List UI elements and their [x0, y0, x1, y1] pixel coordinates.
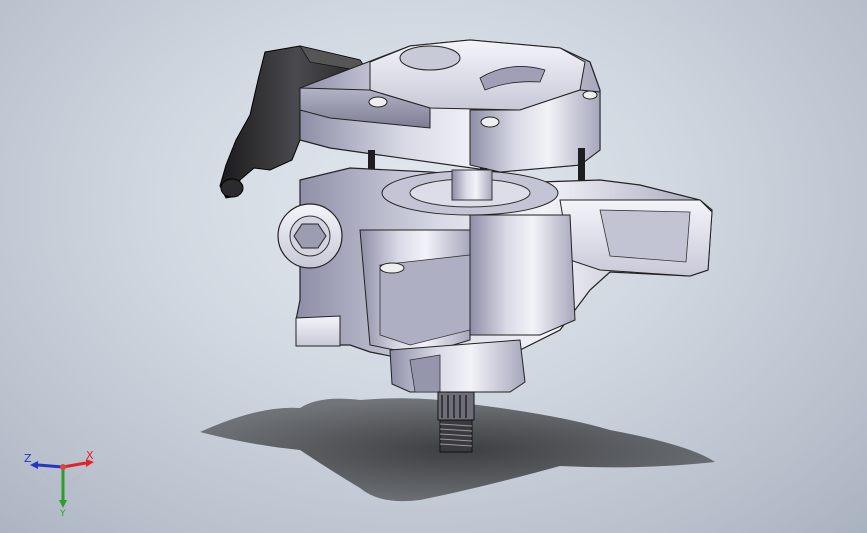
coordinate-triad: X Z Y: [18, 445, 98, 520]
z-axis-arrow: [37, 463, 64, 469]
x-axis-arrow: [62, 461, 87, 469]
pump-assembly-model[interactable]: [0, 0, 867, 533]
y-axis-label: Y: [60, 509, 66, 519]
pump-housing[interactable]: [277, 167, 713, 359]
x-axis-label: X: [86, 449, 94, 462]
graphics-viewport[interactable]: X Z Y: [0, 0, 867, 533]
z-axis-label: Z: [24, 452, 32, 465]
